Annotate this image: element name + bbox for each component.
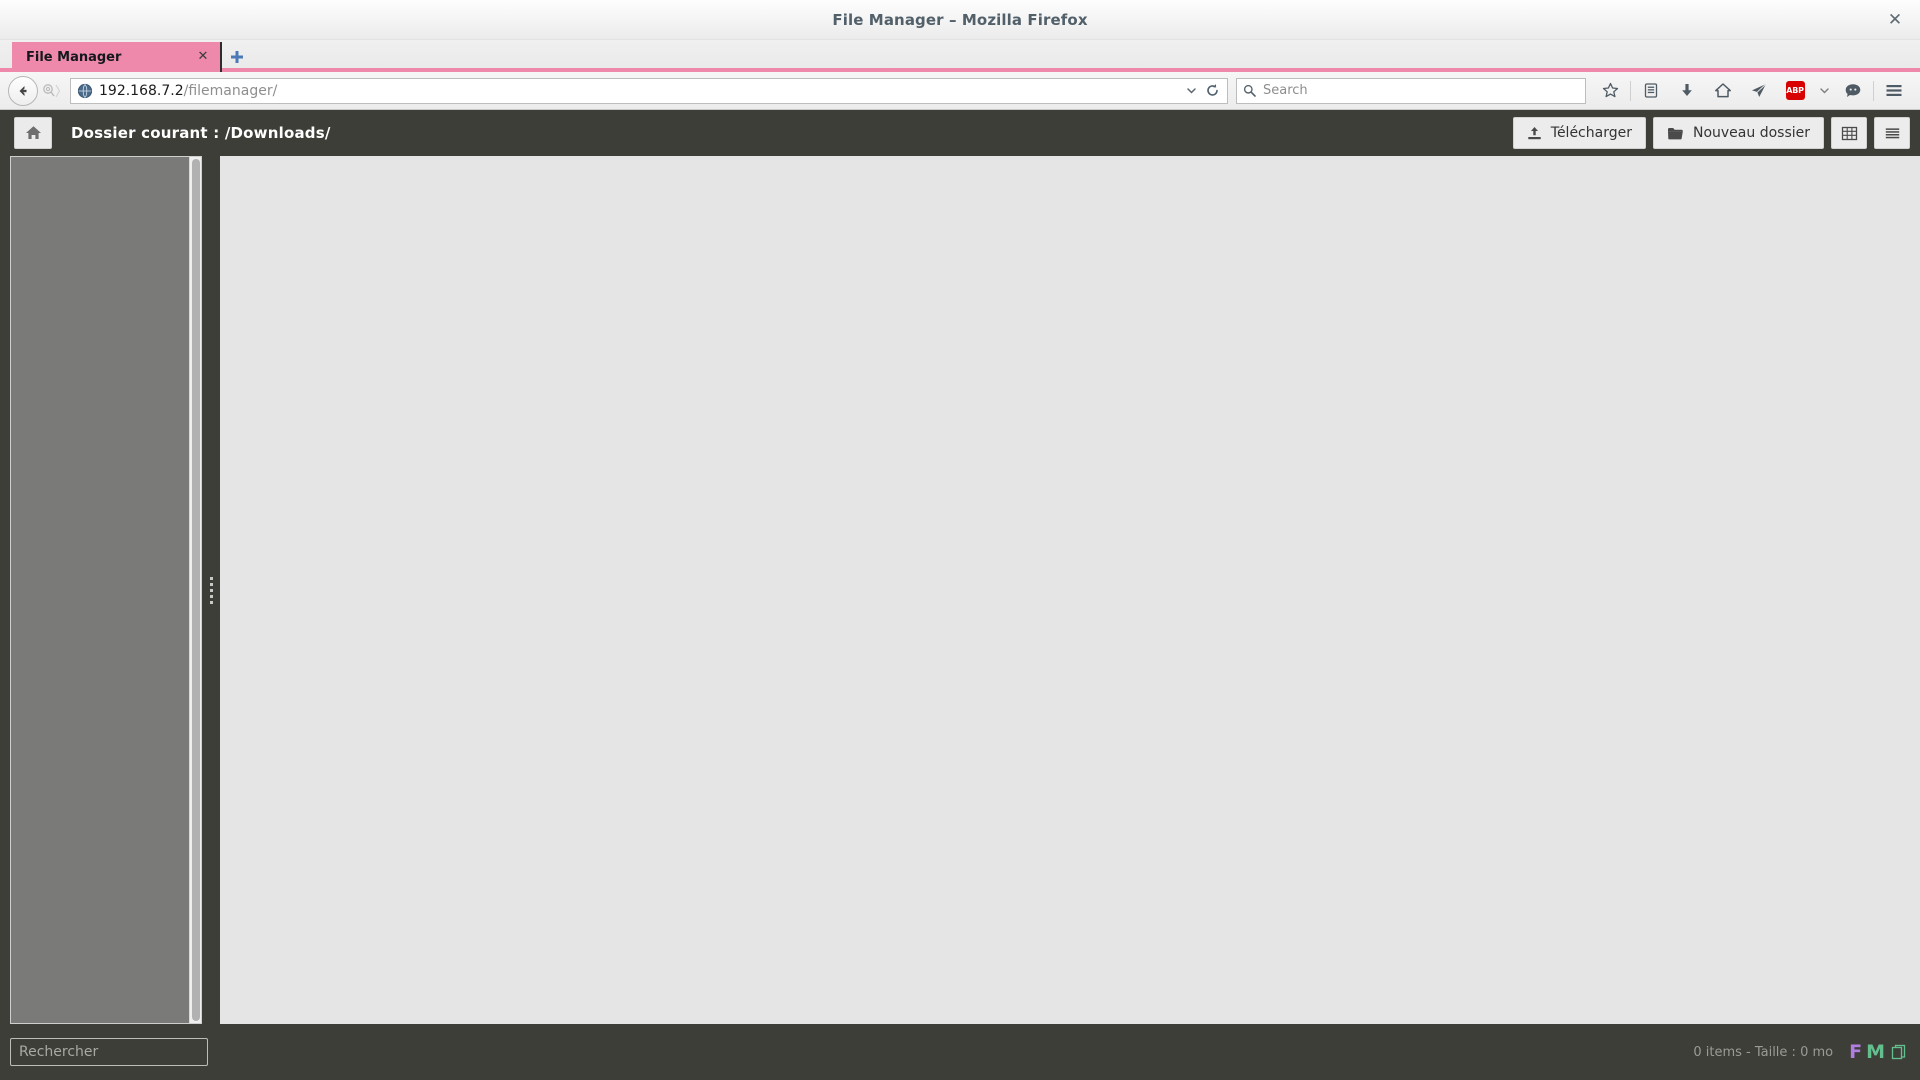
search-input[interactable] (10, 1038, 208, 1066)
home-icon (25, 126, 41, 139)
search-placeholder: Search (1263, 83, 1308, 98)
current-folder-path: Dossier courant : /Downloads/ (71, 124, 331, 142)
hamburger-menu-icon (1886, 85, 1902, 96)
window-title: File Manager – Mozilla Firefox (832, 10, 1088, 29)
tab-bar: File Manager ✕ (0, 40, 1920, 72)
adblock-plus-icon: ABP (1785, 81, 1805, 100)
toolbar-separator (1873, 80, 1874, 101)
home-button[interactable] (1705, 75, 1741, 107)
new-tab-button[interactable] (222, 42, 252, 72)
fm-logo: FM (1849, 1041, 1906, 1063)
reading-list-icon (1644, 83, 1658, 98)
reload-button[interactable] (1201, 83, 1223, 98)
reading-list-button[interactable] (1633, 75, 1669, 107)
chevron-down-icon (1186, 88, 1196, 94)
bookmark-star-icon (1602, 82, 1618, 98)
navigation-toolbar: 192.168.7.2/filemanager/ Search ABP (0, 72, 1920, 110)
firefox-window: File Manager – Mozilla Firefox ✕ File Ma… (0, 0, 1920, 1080)
folder-icon (1667, 127, 1683, 139)
chat-button[interactable] (1835, 75, 1871, 107)
plus-icon (231, 51, 243, 63)
back-arrow-icon (19, 85, 27, 96)
search-icon (1243, 84, 1256, 97)
grid-icon (1841, 126, 1857, 140)
list-view-button[interactable] (1874, 117, 1910, 149)
downloads-icon (1682, 84, 1692, 96)
new-folder-button-label: Nouveau dossier (1692, 125, 1810, 141)
downloads-button[interactable] (1669, 75, 1705, 107)
sidebar-scrollbar-thumb[interactable] (192, 159, 200, 1021)
forward-button[interactable] (36, 76, 66, 106)
globe-icon (77, 83, 93, 98)
footer-status: 0 items - Taille : 0 mo FM (1693, 1041, 1906, 1063)
file-list-content[interactable] (220, 156, 1920, 1024)
adblock-plus-button[interactable]: ABP (1777, 75, 1813, 107)
back-button[interactable] (8, 75, 38, 106)
chat-bubble-icon (1845, 84, 1861, 97)
home-icon (1715, 83, 1731, 98)
status-stats: 0 items - Taille : 0 mo (1693, 1044, 1834, 1060)
url-text: 192.168.7.2/filemanager/ (99, 83, 1181, 99)
toolbar-separator (1630, 80, 1631, 101)
splitter-handle-icon (209, 576, 213, 604)
file-manager-app: Dossier courant : /Downloads/ Télécharge… (0, 110, 1920, 1080)
fm-logo-m: M (1866, 1041, 1885, 1063)
tab-close-icon[interactable]: ✕ (194, 48, 212, 66)
url-bar[interactable]: 192.168.7.2/filemanager/ (70, 77, 1228, 104)
adblock-dropdown-button[interactable] (1813, 75, 1835, 107)
history-dropdown-button[interactable] (1181, 85, 1201, 96)
tab-label: File Manager (26, 49, 122, 65)
menu-button[interactable] (1876, 75, 1912, 107)
chevron-down-icon (1819, 88, 1829, 94)
panel-splitter[interactable] (202, 156, 220, 1024)
grid-view-button[interactable] (1831, 117, 1867, 149)
upload-button-label: Télécharger (1550, 125, 1632, 141)
reload-icon (1206, 84, 1218, 96)
documents-icon (1891, 1044, 1906, 1060)
fm-home-button[interactable] (14, 117, 52, 149)
search-bar[interactable]: Search (1236, 77, 1586, 104)
file-manager-actions: Télécharger Nouveau dossier (1512, 117, 1910, 149)
file-manager-header: Dossier courant : /Downloads/ Télécharge… (0, 110, 1920, 156)
folder-tree-sidebar[interactable] (10, 156, 202, 1024)
upload-button[interactable]: Télécharger (1512, 117, 1646, 149)
new-folder-button[interactable]: Nouveau dossier (1652, 117, 1824, 149)
window-titlebar: File Manager – Mozilla Firefox ✕ (0, 0, 1920, 40)
window-close-button[interactable]: ✕ (1884, 9, 1906, 31)
toolbar-icons: ABP (1592, 75, 1912, 107)
forward-arrow-icon (43, 83, 61, 97)
bookmark-star-button[interactable] (1592, 75, 1628, 107)
sidebar-scrollbar[interactable] (189, 157, 201, 1023)
file-manager-footer: 0 items - Taille : 0 mo FM (0, 1024, 1920, 1080)
url-path: /filemanager/ (183, 82, 278, 99)
upload-icon (1528, 126, 1541, 139)
send-tab-icon (1752, 83, 1767, 97)
list-icon (1885, 127, 1899, 138)
file-manager-body (0, 156, 1920, 1024)
tab-file-manager[interactable]: File Manager ✕ (12, 42, 222, 72)
fm-logo-f: F (1849, 1041, 1863, 1063)
send-tab-button[interactable] (1741, 75, 1777, 107)
url-host: 192.168.7.2 (99, 82, 184, 99)
